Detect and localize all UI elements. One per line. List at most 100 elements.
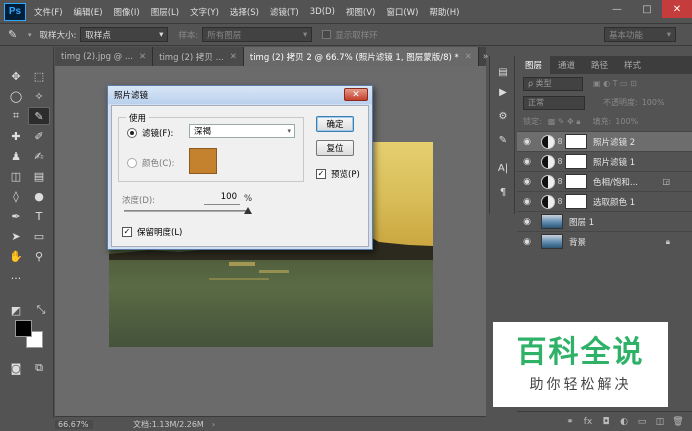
- tab-document-2[interactable]: timg (2) 拷贝 ... ✕: [153, 47, 244, 66]
- path-selection-tool-icon[interactable]: ➤: [5, 227, 27, 245]
- show-ring-checkbox[interactable]: [322, 30, 332, 39]
- opacity-value[interactable]: 100%: [642, 98, 665, 107]
- color-radio[interactable]: [127, 158, 137, 168]
- paragraph-panel-icon[interactable]: ¶: [494, 184, 512, 200]
- preserve-luminosity-checkbox[interactable]: ✓: [122, 227, 132, 237]
- more-tools-icon[interactable]: ···: [5, 269, 27, 287]
- clone-stamp-tool-icon[interactable]: ♟: [5, 147, 27, 165]
- ok-button[interactable]: 确定: [316, 116, 354, 132]
- new-adjustment-icon[interactable]: ◐: [618, 417, 630, 427]
- history-brush-tool-icon[interactable]: ✍: [28, 147, 50, 165]
- menu-window[interactable]: 窗口(W): [386, 6, 418, 18]
- layer-row[interactable]: ◉ 图层 1: [517, 211, 692, 231]
- tab-document-3[interactable]: timg (2) 拷贝 2 @ 66.7% (照片滤镜 1, 图层蒙版/8) *…: [243, 47, 479, 66]
- status-menu-icon[interactable]: ›: [212, 420, 215, 429]
- menu-edit[interactable]: 编辑(E): [74, 6, 103, 18]
- brush-panel-icon[interactable]: ✎: [494, 132, 512, 148]
- eye-icon[interactable]: ◉: [517, 197, 537, 207]
- new-layer-icon[interactable]: ◫: [654, 417, 666, 427]
- eye-icon[interactable]: ◉: [517, 177, 537, 187]
- zoom-level[interactable]: 66.67%: [55, 419, 93, 429]
- lock-icons[interactable]: ▩ ✎ ✥ 🔒︎: [548, 117, 581, 127]
- blur-tool-icon[interactable]: ◊: [5, 187, 27, 205]
- marquee-tool-icon[interactable]: ⬚: [28, 67, 50, 85]
- hand-tool-icon[interactable]: ✋: [5, 247, 27, 265]
- preview-checkbox-row[interactable]: ✓ 预览(P): [316, 168, 360, 180]
- eye-icon[interactable]: ◉: [517, 157, 537, 167]
- tab-styles[interactable]: 样式: [616, 56, 649, 74]
- screen-mode-icon[interactable]: ⧉: [28, 359, 50, 377]
- filter-icons[interactable]: ▣ ◐ T ▭ ⊡: [593, 79, 637, 88]
- restore-button[interactable]: □: [632, 0, 662, 18]
- eyedropper-tool-icon[interactable]: ✎: [28, 107, 50, 125]
- layer-row[interactable]: ◉ 8 选取颜色 1: [517, 191, 692, 211]
- close-icon[interactable]: ✕: [139, 52, 146, 62]
- magic-wand-tool-icon[interactable]: ✧: [28, 87, 50, 105]
- preserve-luminosity-row[interactable]: ✓ 保留明度(L): [122, 226, 182, 238]
- menu-file[interactable]: 文件(F): [34, 6, 63, 18]
- layer-mask-thumbnail[interactable]: [565, 134, 587, 149]
- layer-mask-thumbnail[interactable]: [565, 154, 587, 169]
- eye-icon[interactable]: ◉: [517, 137, 537, 147]
- dialog-close-button[interactable]: ✕: [344, 88, 368, 101]
- eye-icon[interactable]: ◉: [517, 217, 537, 227]
- move-tool-icon[interactable]: ✥: [5, 67, 27, 85]
- healing-brush-tool-icon[interactable]: ✚: [5, 127, 27, 145]
- quick-mask-icon[interactable]: ◙: [5, 359, 27, 377]
- tab-document-1[interactable]: timg (2).jpg @ ... ✕: [55, 47, 154, 66]
- blend-mode-select[interactable]: 正常: [523, 95, 585, 110]
- eyedropper-icon[interactable]: ✎: [8, 28, 28, 41]
- color-swatch[interactable]: [189, 148, 217, 174]
- menu-view[interactable]: 视图(V): [346, 6, 375, 18]
- tab-channels[interactable]: 通道: [550, 56, 583, 74]
- density-input[interactable]: 100: [204, 192, 240, 205]
- dialog-titlebar[interactable]: 照片滤镜 ✕: [108, 86, 372, 104]
- link-layers-icon[interactable]: ⚭: [564, 417, 576, 427]
- layer-mask-thumbnail[interactable]: [565, 174, 587, 189]
- layer-row[interactable]: ◉ 8 色相/饱和... ◲: [517, 171, 692, 191]
- lasso-tool-icon[interactable]: ◯: [5, 87, 27, 105]
- menu-filter[interactable]: 滤镜(T): [270, 6, 299, 18]
- brush-tool-icon[interactable]: ✐: [28, 127, 50, 145]
- foreground-color-swatch[interactable]: [15, 320, 32, 337]
- menu-layer[interactable]: 图层(L): [151, 6, 179, 18]
- pen-tool-icon[interactable]: ✒: [5, 207, 27, 225]
- history-panel-icon[interactable]: ▤: [494, 64, 512, 80]
- menu-image[interactable]: 图像(I): [114, 6, 140, 18]
- minimize-button[interactable]: —: [602, 0, 632, 18]
- density-slider-thumb[interactable]: [244, 207, 252, 214]
- layer-filter-select[interactable]: ρ 类型: [523, 76, 583, 91]
- menu-3d[interactable]: 3D(D): [310, 7, 335, 17]
- actions-panel-icon[interactable]: ▶: [494, 84, 512, 100]
- reset-button[interactable]: 复位: [316, 140, 354, 156]
- filter-select[interactable]: 深褐 ▾: [189, 124, 295, 138]
- menu-help[interactable]: 帮助(H): [429, 6, 459, 18]
- close-icon[interactable]: ✕: [465, 52, 472, 62]
- crop-tool-icon[interactable]: ⌗: [5, 107, 27, 125]
- preview-checkbox[interactable]: ✓: [316, 169, 326, 179]
- new-group-icon[interactable]: ▭: [636, 417, 648, 427]
- swap-colors-icon[interactable]: ⤡: [30, 301, 52, 319]
- menu-type[interactable]: 文字(Y): [190, 6, 219, 18]
- tool-preset-caret-icon[interactable]: ▾: [28, 31, 32, 39]
- type-tool-icon[interactable]: T: [28, 207, 50, 225]
- rectangle-tool-icon[interactable]: ▭: [28, 227, 50, 245]
- menu-select[interactable]: 选择(S): [230, 6, 259, 18]
- default-colors-icon[interactable]: ◩: [5, 301, 27, 319]
- filter-radio-row[interactable]: 滤镜(F):: [127, 127, 173, 139]
- fill-value[interactable]: 100%: [615, 117, 638, 126]
- sample-size-select[interactable]: 取样点 ▾: [80, 27, 169, 42]
- workspace-select[interactable]: 基本功能 ▾: [604, 27, 676, 42]
- dodge-tool-icon[interactable]: ●: [28, 187, 50, 205]
- trash-icon[interactable]: 🗑︎: [672, 417, 684, 427]
- close-window-button[interactable]: ✕: [662, 0, 692, 18]
- zoom-tool-icon[interactable]: ⚲: [28, 247, 50, 265]
- eye-icon[interactable]: ◉: [517, 237, 537, 247]
- fx-icon[interactable]: fx: [582, 417, 594, 427]
- layer-row[interactable]: ◉ 背景 🔒︎: [517, 231, 692, 251]
- character-panel-icon[interactable]: A|: [494, 160, 512, 176]
- layer-mask-thumbnail[interactable]: [565, 194, 587, 209]
- sample-select[interactable]: 所有图层 ▾: [202, 27, 313, 42]
- tab-paths[interactable]: 路径: [583, 56, 616, 74]
- filter-radio[interactable]: [127, 128, 137, 138]
